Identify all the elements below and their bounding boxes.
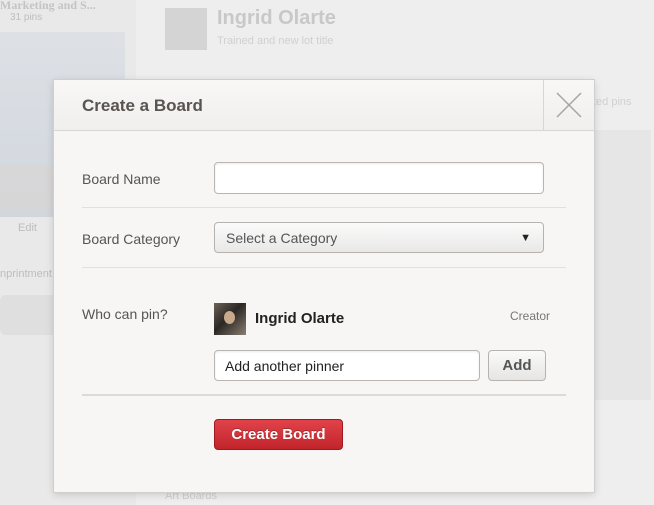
pinner-avatar (214, 303, 246, 335)
board-name-input[interactable] (214, 162, 544, 194)
add-pinner-button[interactable]: Add (488, 350, 546, 381)
divider (82, 267, 566, 268)
board-category-select[interactable]: Select a Category ▼ (214, 222, 544, 253)
close-icon (556, 92, 582, 118)
dropdown-arrow-icon: ▼ (520, 232, 531, 244)
dialog-title: Create a Board (82, 96, 203, 115)
background-board-pin-count: 31 pins (10, 12, 43, 23)
divider (82, 207, 566, 208)
background-edit-link: Edit (18, 222, 37, 234)
background-right-text: ted pins (593, 96, 632, 108)
close-button[interactable] (543, 80, 594, 130)
board-category-selected-value: Select a Category (226, 230, 338, 246)
board-name-label: Board Name (82, 171, 161, 187)
create-board-button[interactable]: Create Board (214, 419, 343, 450)
divider (82, 394, 566, 396)
background-board-title-2: nprintment (0, 268, 52, 280)
who-can-pin-label: Who can pin? (82, 306, 168, 322)
background-profile-tagline: Trained and new lot title (217, 35, 334, 47)
background-thumbnails-2 (0, 295, 60, 335)
board-category-label: Board Category (82, 231, 181, 247)
create-board-dialog: Create a Board Board Name Board Category… (54, 80, 594, 492)
pinner-role: Creator (509, 309, 550, 323)
background-profile-name: Ingrid Olarte (217, 7, 336, 29)
dialog-header: Create a Board (54, 80, 594, 131)
pinner-name: Ingrid Olarte (255, 310, 345, 327)
add-pinner-input[interactable] (214, 350, 480, 381)
background-profile-avatar (165, 8, 207, 50)
background-thumbnails (0, 165, 60, 210)
background-right-panel (593, 130, 651, 400)
